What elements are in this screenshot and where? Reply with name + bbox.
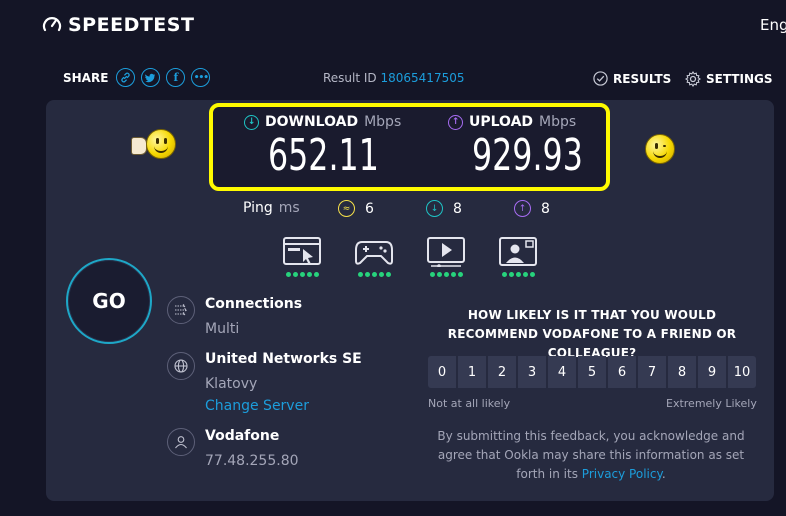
rating-option[interactable]: 8: [668, 356, 696, 388]
thumbs-up-icon: [131, 137, 147, 155]
web-browsing-icon: [282, 236, 322, 268]
provider-ip: 77.48.255.80: [205, 453, 299, 469]
gaming-dots: [354, 272, 394, 277]
upload-speed: 929.93: [472, 130, 583, 181]
disclaimer-period: .: [661, 467, 666, 481]
upload-header: ↑ UPLOAD Mbps: [448, 114, 576, 130]
check-circle-icon: [593, 71, 608, 86]
video-streaming-icon: [426, 236, 466, 268]
result-id-label: Result ID: [323, 71, 377, 85]
download-header: ↓ DOWNLOAD Mbps: [244, 114, 401, 130]
upload-label: UPLOAD: [469, 114, 534, 130]
video-call-dots: [498, 272, 538, 277]
web-browsing-dots: [282, 272, 322, 277]
rating-option[interactable]: 4: [548, 356, 576, 388]
result-id: Result ID 18065417505: [323, 71, 464, 85]
winking-smiley-icon: [645, 134, 675, 164]
video-call-icon: [498, 236, 538, 268]
upload-latency-icon: ↑: [514, 200, 531, 217]
gauge-icon: [42, 17, 62, 32]
web-browsing-rating[interactable]: [282, 236, 322, 277]
go-button[interactable]: GO: [66, 258, 152, 344]
connections-icon[interactable]: [167, 296, 195, 324]
user-icon: [167, 428, 195, 456]
idle-latency-icon: ≈: [338, 200, 355, 217]
download-unit: Mbps: [364, 114, 402, 130]
rating-option[interactable]: 5: [578, 356, 606, 388]
speedtest-logo[interactable]: SPEEDTEST: [42, 14, 194, 36]
gaming-icon: [354, 236, 394, 268]
link-icon[interactable]: [116, 68, 136, 87]
connections-value: Multi: [205, 321, 240, 337]
upload-arrow-icon: ↑: [448, 114, 463, 130]
globe-icon: [167, 352, 195, 380]
server-name: United Networks SE: [205, 351, 362, 367]
rating-option[interactable]: 0: [428, 356, 456, 388]
rating-option[interactable]: 3: [518, 356, 546, 388]
survey-question: HOW LIKELY IS IT THAT YOU WOULD RECOMMEN…: [447, 308, 737, 360]
rating-option[interactable]: 1: [458, 356, 486, 388]
server-location: Klatovy: [205, 376, 258, 392]
ping-idle-value: 6: [365, 200, 374, 217]
language-selector[interactable]: Eng: [760, 16, 786, 34]
results-link[interactable]: RESULTS: [593, 71, 671, 86]
connections-title: Connections: [205, 296, 303, 312]
brand-name: SPEEDTEST: [68, 14, 195, 36]
share-bar: SHARE f •••: [63, 68, 211, 87]
rating-option[interactable]: 9: [698, 356, 726, 388]
rating-option[interactable]: 2: [488, 356, 516, 388]
results-label: RESULTS: [613, 71, 672, 86]
facebook-icon[interactable]: f: [166, 68, 186, 87]
more-icon[interactable]: •••: [191, 68, 211, 87]
gaming-rating[interactable]: [354, 236, 394, 277]
settings-link[interactable]: SETTINGS: [685, 71, 773, 87]
provider-name: Vodafone: [205, 428, 280, 444]
download-speed: 652.11: [268, 130, 379, 181]
share-label: SHARE: [63, 70, 109, 85]
smiley-icon: [146, 129, 176, 159]
feedback-disclaimer: By submitting this feedback, you acknowl…: [430, 427, 752, 484]
rating-scale: 0 1 2 3 4 5 6 7 8 9 10: [428, 356, 756, 388]
ping-download[interactable]: ↓ 8: [426, 200, 462, 217]
change-server-link[interactable]: Change Server: [205, 398, 309, 414]
ping-upload[interactable]: ↑ 8: [514, 200, 550, 217]
scale-high-label: Extremely Likely: [666, 397, 757, 410]
download-latency-icon: ↓: [426, 200, 443, 217]
video-call-rating[interactable]: [498, 236, 538, 277]
scale-low-label: Not at all likely: [428, 397, 511, 410]
upload-unit: Mbps: [539, 114, 577, 130]
rating-option[interactable]: 6: [608, 356, 636, 388]
rating-option[interactable]: 10: [728, 356, 756, 388]
ping-idle[interactable]: ≈ 6: [338, 200, 374, 217]
rating-option[interactable]: 7: [638, 356, 666, 388]
result-id-link[interactable]: 18065417505: [381, 71, 465, 85]
settings-label: SETTINGS: [706, 72, 773, 86]
privacy-policy-link[interactable]: Privacy Policy: [582, 467, 662, 481]
ping-label: Ping: [243, 200, 273, 216]
ping-unit: ms: [278, 200, 300, 216]
video-streaming-dots: [426, 272, 466, 277]
ping-upload-value: 8: [541, 200, 550, 217]
ping-label-group: Ping ms: [243, 200, 300, 216]
ping-download-value: 8: [453, 200, 462, 217]
download-label: DOWNLOAD: [265, 114, 359, 130]
video-streaming-rating[interactable]: [426, 236, 466, 277]
twitter-icon[interactable]: [141, 68, 161, 87]
download-arrow-icon: ↓: [244, 114, 259, 130]
gear-icon: [685, 71, 701, 87]
